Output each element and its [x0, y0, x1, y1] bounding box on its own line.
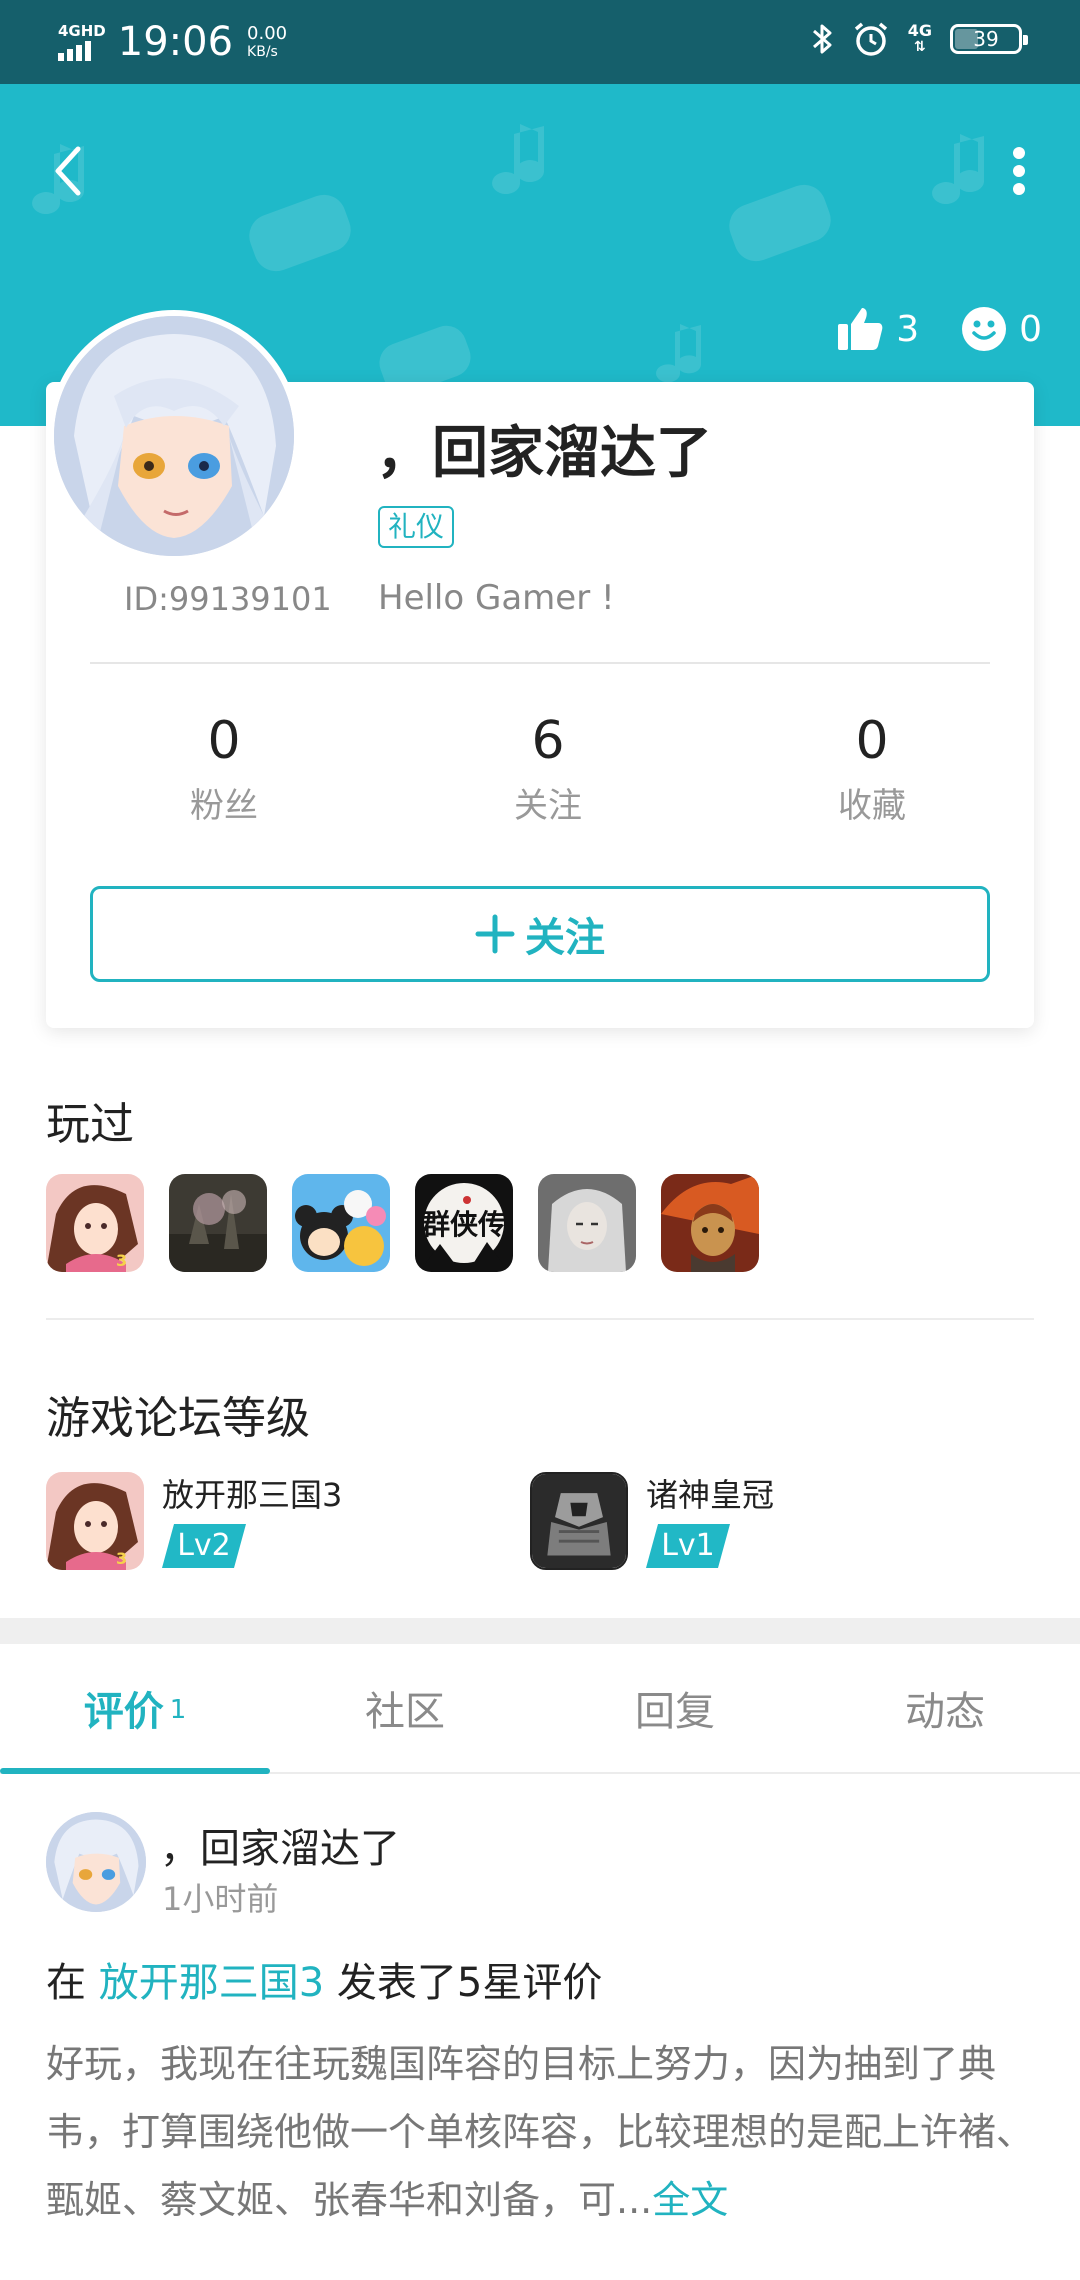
stat-label: 粉丝: [190, 786, 258, 826]
status-right: 4G ⇅ 39: [810, 20, 1028, 58]
forum-crown-icon: [530, 1472, 628, 1570]
post-body-text: 好玩，我现在往玩魏国阵容的目标上努力，因为抽到了典韦，打算围绕他做一个单核阵容，…: [46, 2042, 1035, 2222]
forum-item-crown[interactable]: 诸神皇冠 Lv1: [530, 1472, 774, 1572]
header-stats: 3 0: [836, 306, 1042, 352]
profile-tabs: 评价 1 社区 回复 动态: [0, 1644, 1080, 1774]
plus-icon: [475, 914, 515, 954]
network-type: 4GHD: [58, 22, 106, 40]
profile-username: ，回家溜达了: [376, 421, 712, 486]
forum-sanguo-icon: 3: [46, 1472, 144, 1570]
game-sanguo-icon[interactable]: 3: [46, 1174, 144, 1272]
forum-item-sanguo[interactable]: 3 放开那三国3 Lv2: [46, 1472, 342, 1572]
follow-button[interactable]: 关注: [90, 886, 990, 982]
tab-active-indicator: [0, 1768, 270, 1774]
bluetooth-icon: [812, 24, 832, 54]
smile-icon: [962, 307, 1007, 351]
game-silver-hair-icon[interactable]: [538, 1174, 636, 1272]
battery-icon: 39: [950, 24, 1028, 54]
likes-count: 3: [896, 308, 920, 350]
played-games-list: 3 群侠传: [46, 1174, 759, 1272]
forum-game-name: 放开那三国3: [162, 1476, 343, 1514]
svg-text:3: 3: [116, 1549, 127, 1568]
stat-number: 0: [207, 711, 241, 771]
game-landscape-icon[interactable]: [169, 1174, 267, 1272]
network-speed: 0.00 KB/s: [247, 23, 288, 61]
network-4g-icon: 4G ⇅: [907, 21, 932, 56]
forum-level-list: 3 放开那三国3 Lv2 诸神皇冠 Lv1: [46, 1472, 1034, 1572]
tab-community[interactable]: 社区: [270, 1644, 540, 1772]
alarm-icon: [854, 22, 887, 56]
post-username[interactable]: ，回家溜达了: [160, 1816, 400, 1874]
status-left: 4GHD 19:06 0.00 KB/s: [58, 16, 287, 68]
tab-label: 回复: [635, 1689, 715, 1735]
svg-text:3: 3: [116, 1251, 127, 1270]
tab-label: 动态: [905, 1689, 985, 1735]
post-timestamp: 1小时前: [162, 1880, 279, 1918]
played-section-title: 玩过: [46, 1099, 134, 1150]
avatar[interactable]: [48, 310, 300, 562]
game-qunxia-icon[interactable]: 群侠传: [415, 1174, 513, 1272]
post-game-link[interactable]: 放开那三国3: [99, 1960, 324, 2006]
user-tag-badge[interactable]: 礼仪: [378, 506, 455, 548]
post-avatar[interactable]: [46, 1812, 146, 1912]
stat-followers[interactable]: 0 粉丝: [62, 706, 386, 832]
stat-label: 收藏: [838, 786, 906, 826]
post-body: 好玩，我现在往玩魏国阵容的目标上努力，因为抽到了典韦，打算围绕他做一个单核阵容，…: [46, 2030, 1036, 2234]
level-badge: Lv1: [646, 1524, 730, 1568]
tab-activity[interactable]: 动态: [810, 1644, 1080, 1772]
stat-number: 6: [531, 711, 565, 771]
more-options-button[interactable]: [994, 136, 1044, 206]
level-badge: Lv2: [162, 1524, 246, 1568]
svg-text:群侠传: 群侠传: [422, 1208, 506, 1241]
stat-label: 关注: [514, 786, 582, 826]
section-separator: [0, 1618, 1080, 1644]
likes-stat[interactable]: 3: [836, 306, 919, 352]
forum-game-name: 诸神皇冠: [646, 1476, 775, 1514]
user-id: ID:99139101: [124, 580, 332, 618]
card-divider: [90, 662, 990, 664]
stat-following[interactable]: 6 关注: [386, 706, 710, 832]
anime-avatar-image: [54, 316, 294, 556]
stat-favorites[interactable]: 0 收藏: [710, 706, 1034, 832]
anime-avatar-image: [46, 1812, 146, 1912]
thumbs-up-icon: [838, 308, 883, 350]
follow-button-label: 关注: [525, 915, 605, 961]
post-headline-prefix: 在: [46, 1960, 99, 2006]
clock: 19:06: [117, 19, 234, 65]
signal-icon: 4GHD: [58, 23, 106, 61]
stat-number: 0: [855, 711, 889, 771]
tab-label: 社区: [365, 1689, 445, 1735]
profile-stats: 0 粉丝 6 关注 0 收藏: [46, 706, 1034, 832]
battery-level: 39: [973, 27, 999, 51]
user-bio: Hello Gamer !: [378, 578, 615, 618]
post-headline-suffix: 发表了5星评价: [324, 1960, 603, 2006]
section-divider: [46, 1318, 1034, 1320]
back-button[interactable]: [42, 136, 92, 206]
speed-unit: KB/s: [247, 44, 278, 60]
tab-replies[interactable]: 回复: [540, 1644, 810, 1772]
tab-label: 评价: [83, 1689, 164, 1735]
more-vertical-icon: [1013, 147, 1025, 195]
smiles-stat[interactable]: 0: [961, 306, 1042, 352]
tab-reviews[interactable]: 评价 1: [0, 1644, 270, 1772]
read-more-link[interactable]: 全文: [652, 2178, 728, 2222]
forum-level-title: 游戏论坛等级: [46, 1393, 310, 1444]
game-warrior-icon[interactable]: [661, 1174, 759, 1272]
smiles-count: 0: [1019, 308, 1042, 350]
game-tsum-icon[interactable]: [292, 1174, 390, 1272]
chevron-left-icon: [55, 146, 81, 196]
speed-value: 0.00: [247, 23, 288, 44]
tab-count: 1: [169, 1695, 187, 1725]
post-headline: 在 放开那三国3 发表了5星评价: [46, 1950, 602, 2008]
status-bar: 4GHD 19:06 0.00 KB/s 4G ⇅ 39: [0, 0, 1080, 84]
